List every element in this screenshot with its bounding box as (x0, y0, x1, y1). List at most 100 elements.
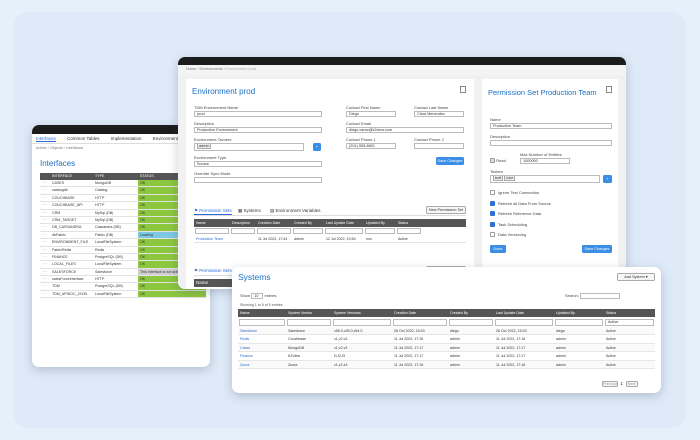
col-type[interactable]: TYPE (93, 173, 138, 180)
testers-select[interactable]: tedf luke (490, 175, 600, 183)
tester-tag[interactable]: luke (504, 176, 516, 181)
col-system-6[interactable]: Updated By (554, 309, 604, 317)
filter-input[interactable] (449, 319, 493, 326)
row-menu-icon[interactable]: ⋯ (40, 283, 50, 289)
system-name-link[interactable]: Salesforce (238, 327, 286, 334)
add-system-button[interactable]: Add System ▾ (617, 273, 655, 281)
read-checkbox-row[interactable]: Read (490, 158, 506, 164)
row-menu-icon[interactable]: ⋯ (40, 261, 50, 267)
col-system-7[interactable]: Status (604, 309, 655, 317)
table-row[interactable]: Finance K2View f1,f2,f3 11 Jul 2022, 17:17 a… (238, 352, 655, 361)
done-button[interactable]: Done (490, 245, 506, 253)
row-menu-icon[interactable]: ⋯ (40, 254, 50, 260)
filter-input[interactable] (495, 319, 553, 326)
max-entities-input[interactable]: 1000000 (520, 158, 570, 164)
breadcrumb-home[interactable]: Home (186, 67, 196, 71)
description-input[interactable]: Production Environment (194, 127, 322, 133)
sync-mode-select[interactable] (194, 177, 322, 183)
table-row[interactable]: ⋯ TDM_APIDOC_JSON LocalFileSystem OK (40, 290, 206, 299)
option-row[interactable]: Refresh Reference Data (490, 210, 612, 221)
row-menu-icon[interactable]: ⋯ (40, 239, 50, 245)
perm-name-input[interactable]: Production Team (490, 123, 612, 129)
row-menu-icon[interactable]: ⋯ (40, 217, 50, 223)
tester-tag[interactable]: tedf (493, 176, 504, 181)
filter-input[interactable] (231, 228, 255, 234)
option-checkbox[interactable] (490, 200, 495, 206)
contact-first-input[interactable]: Diego (346, 111, 396, 117)
filter-input[interactable] (325, 228, 363, 234)
row-menu-icon[interactable]: ⋯ (40, 187, 50, 193)
tab-systems[interactable]: ▦ Systems (238, 208, 261, 214)
row-menu-icon[interactable]: ⋯ (40, 232, 50, 238)
owner-tag[interactable]: admin (197, 144, 212, 149)
col-perm-2[interactable]: Creation Date (256, 219, 292, 227)
perm-save-changes-button[interactable]: Save Changes (582, 245, 612, 253)
tab-environment-variables[interactable]: ▤ Environment Variables (270, 208, 320, 214)
filter-input[interactable] (257, 228, 291, 234)
status-filter-select[interactable]: Active (605, 319, 654, 326)
filter-input[interactable] (393, 319, 447, 326)
option-checkbox[interactable] (490, 232, 495, 238)
col-name-lower[interactable]: Name (196, 280, 208, 285)
owners-select[interactable]: admin (194, 143, 304, 151)
option-row[interactable]: Task Scheduling (490, 221, 612, 232)
tab-common-tables[interactable]: Common Tables (67, 136, 99, 141)
read-checkbox[interactable] (490, 158, 495, 164)
col-perm-5[interactable]: Updated By (364, 219, 396, 227)
row-menu-icon[interactable]: ⋯ (40, 276, 50, 282)
perm-description-input[interactable] (490, 140, 612, 146)
filter-input[interactable] (293, 228, 323, 234)
filter-input[interactable] (555, 319, 603, 326)
option-checkbox[interactable] (490, 221, 495, 227)
row-menu-icon[interactable]: ⋯ (40, 202, 50, 208)
filter-input[interactable] (287, 319, 331, 326)
add-tester-button[interactable]: + (603, 175, 612, 183)
col-system-3[interactable]: Creation Date (392, 309, 448, 317)
tab-interfaces[interactable]: Interfaces (36, 136, 56, 142)
col-system-2[interactable]: System Versions (332, 309, 392, 317)
row-menu-icon[interactable]: ⋯ (40, 247, 50, 253)
col-perm-4[interactable]: Last Update Date (324, 219, 364, 227)
search-input[interactable] (580, 293, 621, 299)
tdm-name-input[interactable]: prod (194, 111, 322, 117)
delete-icon[interactable] (606, 86, 612, 93)
filter-input[interactable] (365, 228, 395, 234)
phone2-input[interactable] (414, 143, 464, 149)
show-entries-select[interactable]: 10 (251, 293, 264, 299)
save-changes-button[interactable]: Save Changes (436, 157, 464, 165)
table-row[interactable]: Salesforce Salesforce v56.0,v55.0,v54.0 26 … (238, 327, 655, 336)
contact-last-input[interactable]: Clara Menendez (414, 111, 464, 117)
filter-input[interactable] (239, 319, 285, 326)
col-system-0[interactable]: Name (238, 309, 286, 317)
col-system-5[interactable]: Last Update Date (494, 309, 554, 317)
tab-permission-sets[interactable]: ⚑ Permission Sets (194, 208, 232, 215)
col-system-1[interactable]: System Vendor (286, 309, 332, 317)
system-name-link[interactable]: Zuora (238, 361, 286, 368)
table-row[interactable]: Cases MongoDB v1,v2,v3 11 Jul 2022, 17:17 ad… (238, 343, 655, 353)
col-perm-1[interactable]: Description (230, 219, 256, 227)
new-permission-set-button[interactable]: New Permission Set (426, 206, 466, 214)
system-name-link[interactable]: Redis (238, 335, 286, 342)
filter-input[interactable] (333, 319, 391, 326)
add-owner-button[interactable]: + (313, 143, 321, 151)
col-system-4[interactable]: Created By (448, 309, 494, 317)
col-interface[interactable]: INTERFACE (50, 173, 93, 180)
row-menu-icon[interactable]: ⋯ (40, 269, 50, 275)
tab-permission-sets-lower[interactable]: ⚑ Permission Sets (194, 268, 232, 274)
system-name-link[interactable]: Cases (238, 344, 286, 351)
table-row[interactable]: Zuora Zuora z1,z2,z3 11 Jul 2022, 17:16 admi… (238, 360, 655, 369)
delete-icon[interactable] (460, 86, 466, 93)
row-menu-icon[interactable]: ⋯ (40, 195, 50, 201)
row-menu-icon[interactable]: ⋯ (40, 291, 50, 297)
contact-email-input[interactable]: diego.carac@k2view.com (346, 127, 464, 133)
option-row[interactable]: Refresh all Data From Source (490, 200, 612, 211)
page-1-button[interactable]: 1 (619, 381, 624, 386)
breadcrumb-environments[interactable]: Environments (200, 67, 223, 71)
filter-input[interactable] (195, 228, 229, 234)
option-checkbox[interactable] (490, 190, 495, 196)
filter-input[interactable] (397, 228, 421, 234)
breadcrumb-objects[interactable]: Objects (50, 146, 63, 150)
environment-type-select[interactable]: Source (194, 161, 322, 167)
option-checkbox[interactable] (490, 211, 495, 217)
system-name-link[interactable]: Finance (238, 352, 286, 359)
